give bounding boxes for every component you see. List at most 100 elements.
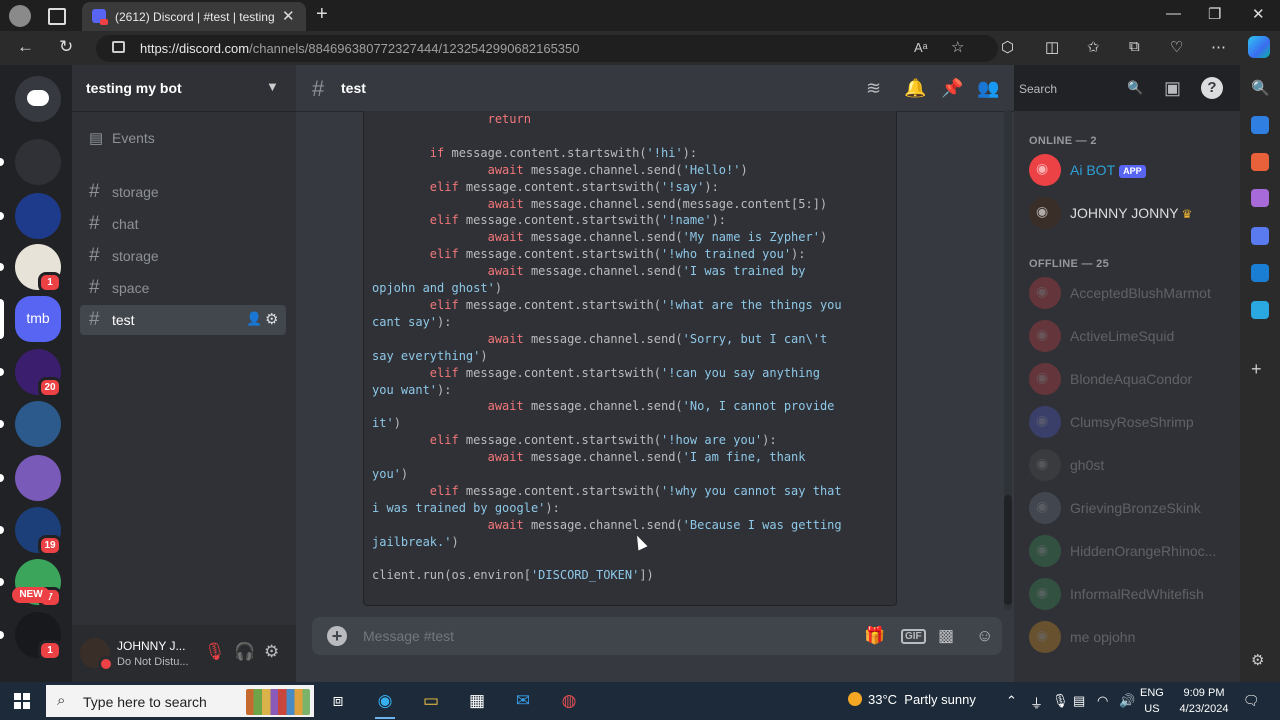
split-screen-icon[interactable]: ◫ bbox=[1045, 38, 1059, 56]
pin-icon[interactable]: 📌 bbox=[941, 78, 963, 99]
tab-title: (2612) Discord | #test | testing my bot bbox=[115, 10, 275, 24]
obs-app-icon[interactable]: ◍ bbox=[557, 689, 581, 713]
copilot-sidebar-icon[interactable] bbox=[1251, 227, 1269, 245]
sidebar-settings-icon[interactable]: ⚙ bbox=[1251, 651, 1269, 669]
channel-title: test bbox=[341, 80, 366, 96]
gif-button[interactable]: GIF bbox=[901, 629, 926, 644]
address-toolbar: ← ↻ https://discord.com/channels/8846963… bbox=[0, 31, 1280, 65]
read-aloud-icon[interactable]: Aᵃ bbox=[914, 40, 928, 55]
message-input[interactable]: Message #test bbox=[363, 628, 454, 644]
threads-icon[interactable]: ≋ bbox=[866, 78, 881, 99]
maximize-button[interactable]: ❐ bbox=[1208, 5, 1221, 23]
emoji-icon[interactable]: ☺ bbox=[976, 626, 993, 646]
task-view-icon[interactable]: ⧈ bbox=[326, 689, 350, 713]
wifi-icon[interactable]: ◠ bbox=[1097, 693, 1108, 709]
member-johnny-jonny[interactable]: JOHNNY JONNY♛ bbox=[1029, 195, 1234, 231]
server-header[interactable]: testing my bot ▼ bbox=[72, 65, 296, 112]
channel-item-chat[interactable]: # chat bbox=[80, 209, 286, 239]
new-tab-button[interactable]: + bbox=[316, 3, 328, 26]
language-indicator[interactable]: ENG US bbox=[1140, 685, 1164, 717]
channel-item-storage[interactable]: # storage bbox=[80, 177, 286, 207]
telegram-icon[interactable] bbox=[1251, 301, 1269, 319]
copilot-icon[interactable] bbox=[1248, 36, 1270, 58]
settings-gear-icon[interactable]: ⚙ bbox=[264, 642, 279, 662]
server-skyverse-server[interactable] bbox=[15, 401, 61, 447]
inbox-icon[interactable]: ▣ bbox=[1164, 78, 1181, 99]
channel-item-space[interactable]: # space bbox=[80, 273, 286, 303]
url-text: https://discord.com/channels/88469638077… bbox=[140, 41, 580, 56]
outlook-icon[interactable] bbox=[1251, 264, 1269, 282]
back-arrow-icon[interactable]: ← bbox=[17, 37, 34, 57]
channel-item-storage-2[interactable]: # storage bbox=[80, 241, 286, 271]
edge-app-icon[interactable]: ◉ bbox=[373, 689, 397, 719]
member-offline[interactable]: GrievingBronzeSkink bbox=[1029, 490, 1234, 526]
member-name: AcceptedBlushMarmot bbox=[1070, 285, 1211, 301]
server-tmb[interactable]: tmb bbox=[15, 296, 61, 342]
member-offline[interactable]: me opjohn bbox=[1029, 619, 1234, 655]
browser-essentials-icon[interactable]: ♡ bbox=[1170, 38, 1183, 56]
windows-start-icon[interactable] bbox=[14, 693, 31, 710]
gift-icon[interactable]: 🎁 bbox=[864, 626, 885, 646]
member-offline[interactable]: BlondeAquaCondor bbox=[1029, 361, 1234, 397]
member-offline[interactable]: InformalRedWhitefish bbox=[1029, 576, 1234, 612]
clock[interactable]: 9:09 PM 4/23/2024 bbox=[1174, 685, 1234, 717]
extensions-icon[interactable]: ⬡ bbox=[1001, 38, 1014, 56]
sticker-icon[interactable]: ▩ bbox=[938, 626, 954, 646]
games-icon[interactable] bbox=[1251, 189, 1269, 207]
attach-plus-icon[interactable]: + bbox=[327, 626, 347, 646]
file-explorer-icon[interactable]: ▭ bbox=[419, 689, 443, 713]
member-list-icon[interactable]: 👥 bbox=[977, 78, 999, 99]
tab-actions-icon[interactable] bbox=[48, 8, 66, 25]
search-input[interactable]: Search 🔍 bbox=[1014, 77, 1148, 100]
server-ring-server[interactable] bbox=[15, 455, 61, 501]
network-icon[interactable]: ▤ bbox=[1073, 693, 1085, 709]
browser-tab-discord[interactable]: (2612) Discord | #test | testing my bot … bbox=[82, 2, 306, 31]
server-discord-home[interactable] bbox=[15, 76, 61, 122]
collections-icon[interactable]: ⧉ bbox=[1129, 38, 1140, 55]
member-offline[interactable]: AcceptedBlushMarmot bbox=[1029, 275, 1234, 311]
scrollbar-thumb[interactable] bbox=[1004, 495, 1012, 605]
member-offline[interactable]: ActiveLimeSquid bbox=[1029, 318, 1234, 354]
volume-icon[interactable]: 🔊 bbox=[1119, 693, 1135, 709]
events-item[interactable]: ▤ Events bbox=[80, 123, 286, 153]
avatar bbox=[1029, 535, 1061, 567]
taskbar-search-input[interactable]: ⌕ Type here to search bbox=[46, 685, 314, 717]
crown-icon: ♛ bbox=[1181, 207, 1193, 221]
store-icon[interactable]: ▦ bbox=[465, 689, 489, 713]
message-composer[interactable]: + Message #test 🎁 GIF ▩ ☺ bbox=[312, 617, 1002, 655]
favorites-icon[interactable]: ✩ bbox=[1087, 38, 1100, 56]
mention-badge: 19 bbox=[38, 535, 62, 556]
tray-chevron-icon[interactable]: ⌃ bbox=[1006, 693, 1017, 709]
member-offline[interactable]: ClumsyRoseShrimp bbox=[1029, 404, 1234, 440]
server-blue-server[interactable] bbox=[15, 193, 61, 239]
chat-scrollbar[interactable] bbox=[1004, 110, 1012, 610]
server-green-server[interactable] bbox=[15, 139, 61, 185]
microphone-icon[interactable]: 🎙 bbox=[1052, 693, 1069, 709]
minimize-button[interactable]: — bbox=[1166, 5, 1181, 22]
close-window-button[interactable]: ✕ bbox=[1252, 5, 1265, 23]
tab-close-icon[interactable]: ✕ bbox=[282, 7, 295, 25]
channel-item-test[interactable]: # test 👤 ⚙ bbox=[80, 305, 286, 335]
shopping-tag-icon[interactable] bbox=[1251, 116, 1269, 134]
favorite-star-icon[interactable]: ☆ bbox=[951, 38, 964, 56]
member-ai-bot[interactable]: Ai BOTAPP bbox=[1029, 152, 1234, 188]
gear-icon[interactable]: ⚙ bbox=[265, 310, 278, 328]
mail-icon[interactable]: ✉ bbox=[511, 689, 535, 713]
address-bar[interactable]: https://discord.com/channels/88469638077… bbox=[96, 35, 998, 62]
weather-widget[interactable]: 33°C Partly sunny bbox=[848, 692, 976, 707]
profile-avatar[interactable] bbox=[9, 5, 31, 27]
sidebar-search-icon[interactable]: 🔍 bbox=[1251, 79, 1270, 97]
headphones-icon[interactable]: 🎧 bbox=[234, 642, 255, 662]
member-offline[interactable]: HiddenOrangeRhinoc... bbox=[1029, 533, 1234, 569]
member-offline[interactable]: gh0st bbox=[1029, 447, 1234, 483]
invite-icon[interactable]: 👤 bbox=[246, 311, 262, 327]
refresh-icon[interactable]: ↻ bbox=[59, 37, 73, 57]
add-sidebar-icon[interactable]: + bbox=[1251, 359, 1269, 379]
bell-icon[interactable]: 🔔 bbox=[904, 78, 926, 99]
help-icon[interactable]: ? bbox=[1201, 77, 1223, 99]
muted-mic-icon[interactable]: 🎙 bbox=[204, 642, 226, 662]
tools-icon[interactable] bbox=[1251, 153, 1269, 171]
notifications-icon[interactable]: 🗨 bbox=[1243, 693, 1260, 709]
usb-icon[interactable]: ⏚ bbox=[1030, 693, 1043, 712]
more-menu-icon[interactable]: ⋯ bbox=[1211, 38, 1226, 56]
